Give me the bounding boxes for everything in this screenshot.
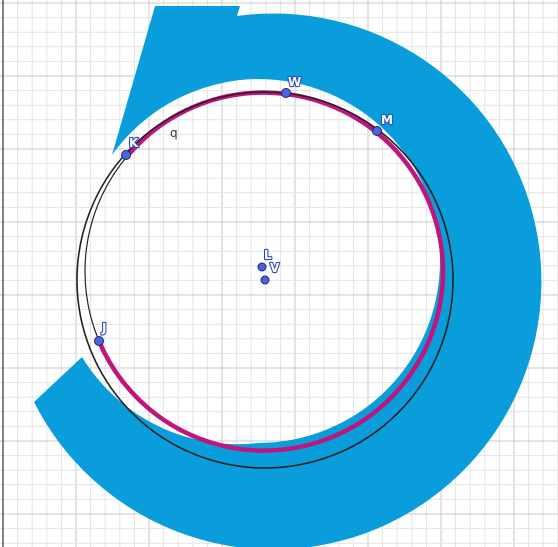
- point-V-label: V: [270, 261, 280, 275]
- point-M-marker[interactable]: [372, 126, 382, 136]
- point-W-label: W: [288, 75, 301, 89]
- point-L-marker[interactable]: [257, 262, 267, 272]
- geometry-canvas[interactable]: q W M K J L V: [0, 0, 558, 547]
- point-V-marker[interactable]: [260, 275, 270, 285]
- point-J-label: J: [101, 321, 106, 335]
- point-K-label: K: [129, 136, 139, 150]
- arc-outline: [84, 153, 130, 342]
- point-W-marker[interactable]: [281, 88, 291, 98]
- point-J-marker[interactable]: [94, 336, 104, 346]
- point-L-label: L: [264, 248, 272, 262]
- curve-label-q: q: [170, 126, 178, 140]
- point-K-marker[interactable]: [121, 150, 131, 160]
- point-M-label: M: [381, 113, 393, 127]
